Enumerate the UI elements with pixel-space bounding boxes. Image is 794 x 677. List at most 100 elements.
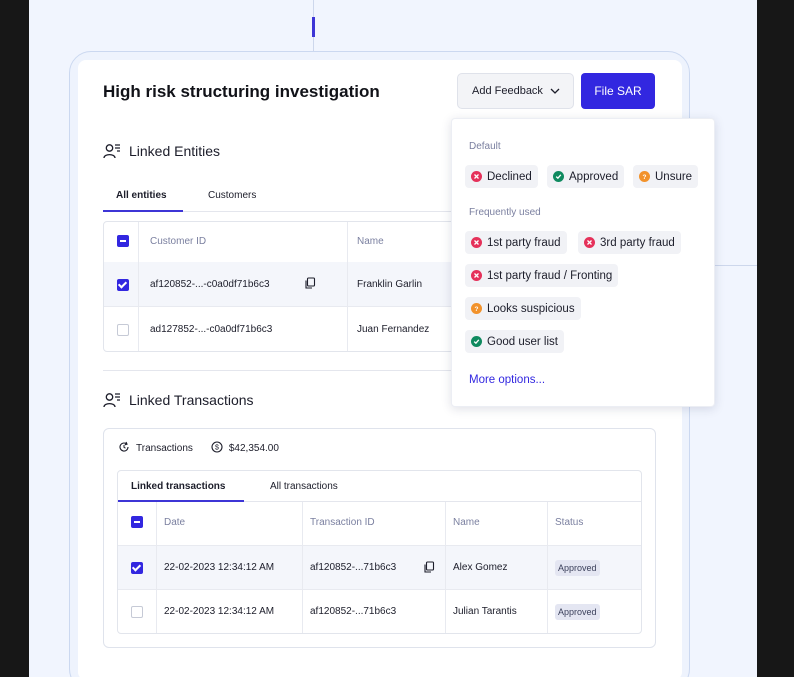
tab-linked-transactions[interactable]: Linked transactions (131, 481, 225, 492)
connector-line-right (715, 265, 757, 266)
section-divider (103, 370, 459, 371)
transaction-tabs: Linked transactions All transactions (118, 471, 641, 502)
select-all-checkbox[interactable] (117, 235, 129, 247)
column-divider (445, 502, 446, 633)
column-divider (347, 222, 348, 351)
linked-transactions-heading: Linked Transactions (129, 392, 254, 408)
option-1st-party-fraud[interactable]: 1st party fraud (465, 231, 567, 254)
customer-name: Franklin Garlin (357, 279, 423, 290)
chevron-down-icon (549, 85, 561, 100)
refresh-icon (118, 441, 130, 456)
row-checkbox[interactable] (131, 606, 143, 618)
customer-id: ad127852-...-c0a0df71b6c3 (150, 324, 273, 335)
svg-text:$: $ (215, 445, 219, 452)
column-header-customer-id: Customer ID (150, 236, 207, 247)
option-approved[interactable]: Approved (547, 165, 625, 188)
transactions-label: Transactions (136, 443, 193, 454)
status-badge: Approved (555, 560, 600, 576)
transactions-summary: Transactions $ $42,354.00 (118, 441, 297, 456)
option-3rd-party-fraud[interactable]: 3rd party fraud (578, 231, 681, 254)
column-divider (547, 502, 548, 633)
svg-text:?: ? (643, 174, 647, 180)
x-circle-icon (471, 171, 482, 182)
tab-customers[interactable]: Customers (208, 190, 256, 201)
copy-icon[interactable] (423, 561, 435, 576)
row-checkbox[interactable] (131, 562, 143, 574)
option-declined[interactable]: Declined (465, 165, 538, 188)
x-circle-icon (584, 237, 595, 248)
table-header-row: Date Transaction ID Name Status (118, 502, 641, 546)
column-header-transaction-id: Transaction ID (310, 517, 375, 528)
feedback-dropdown-menu: Default Declined Approved ? Unsure Frequ… (451, 118, 715, 407)
total-amount: $42,354.00 (228, 443, 279, 454)
column-header-name: Name (357, 236, 384, 247)
transactions-panel: Transactions $ $42,354.00 Linked transac… (103, 428, 656, 648)
add-feedback-label: Add Feedback (472, 85, 543, 97)
transactions-total: $ $42,354.00 (211, 441, 279, 456)
column-divider (138, 222, 139, 351)
column-header-date: Date (164, 517, 186, 528)
transactions-count: Transactions (118, 441, 193, 456)
option-label: Unsure (655, 170, 693, 183)
row-checkbox[interactable] (117, 324, 129, 336)
entities-table: Customer ID Name af120852-...-c0a0df71b6… (103, 221, 463, 352)
option-label: 1st party fraud (487, 236, 561, 249)
customer-name: Juan Fernandez (357, 324, 430, 335)
app-canvas: High risk structuring investigation Add … (29, 0, 757, 677)
tab-all-entities[interactable]: All entities (116, 190, 167, 201)
frequent-section-label: Frequently used (469, 207, 541, 218)
option-label: Declined (487, 170, 532, 183)
option-label: 3rd party fraud (600, 236, 675, 249)
table-row[interactable]: 22-02-2023 12:34:12 AM af120852-...71b6c… (118, 546, 641, 590)
linked-entities-heading: Linked Entities (129, 143, 221, 159)
column-header-name: Name (453, 517, 480, 528)
option-1st-party-fraud-fronting[interactable]: 1st party fraud / Fronting (465, 264, 619, 287)
select-all-checkbox[interactable] (131, 516, 143, 528)
transaction-id: af120852-...71b6c3 (310, 562, 397, 573)
more-options-link[interactable]: More options... (469, 374, 545, 386)
connector-marker (312, 17, 315, 37)
table-header-row: Customer ID Name (104, 222, 462, 267)
default-section-label: Default (469, 141, 501, 152)
copy-icon[interactable] (304, 277, 316, 292)
x-circle-icon (471, 270, 482, 281)
option-label: 1st party fraud / Fronting (487, 269, 613, 282)
page-title: High risk structuring investigation (103, 82, 380, 101)
column-header-status: Status (555, 517, 584, 528)
option-label: Good user list (487, 335, 558, 348)
transaction-name: Alex Gomez (453, 562, 508, 573)
transaction-id: af120852-...71b6c3 (310, 606, 397, 617)
status-badge: Approved (555, 604, 600, 620)
check-circle-icon (553, 171, 564, 182)
table-row[interactable]: 22-02-2023 12:34:12 AM af120852-...71b6c… (118, 590, 641, 633)
add-feedback-button[interactable]: Add Feedback (457, 73, 574, 109)
user-list-icon (103, 391, 121, 409)
option-label: Looks suspicious (487, 302, 575, 315)
transaction-name: Julian Tarantis (453, 606, 517, 617)
row-checkbox[interactable] (117, 279, 129, 291)
option-good-user-list[interactable]: Good user list (465, 330, 564, 353)
table-row[interactable]: ad127852-...-c0a0df71b6c3 Juan Fernandez (104, 307, 462, 351)
question-circle-icon: ? (471, 303, 482, 314)
transactions-table: Linked transactions All transactions Dat… (117, 470, 642, 634)
question-circle-icon: ? (639, 171, 650, 182)
linked-entities-header: Linked Entities (103, 142, 220, 160)
transaction-date: 22-02-2023 12:34:12 AM (164, 562, 275, 573)
x-circle-icon (471, 237, 482, 248)
check-circle-icon (471, 336, 482, 347)
entity-tabs: All entities Customers (103, 180, 463, 212)
column-divider (156, 502, 157, 633)
file-sar-button[interactable]: File SAR (581, 73, 655, 109)
option-unsure[interactable]: ? Unsure (633, 165, 699, 188)
column-divider (302, 502, 303, 633)
user-list-icon (103, 142, 121, 160)
customer-id: af120852-...-c0a0df71b6c3 (150, 279, 270, 290)
linked-transactions-header: Linked Transactions (103, 391, 254, 409)
active-tab-indicator (103, 210, 183, 212)
option-label: Approved (569, 170, 619, 183)
dollar-circle-icon: $ (211, 441, 223, 456)
tab-all-transactions[interactable]: All transactions (270, 481, 338, 492)
option-looks-suspicious[interactable]: ? Looks suspicious (465, 297, 581, 320)
transaction-date: 22-02-2023 12:34:12 AM (164, 606, 275, 617)
table-row[interactable]: af120852-...-c0a0df71b6c3 Franklin Garli… (104, 262, 462, 307)
